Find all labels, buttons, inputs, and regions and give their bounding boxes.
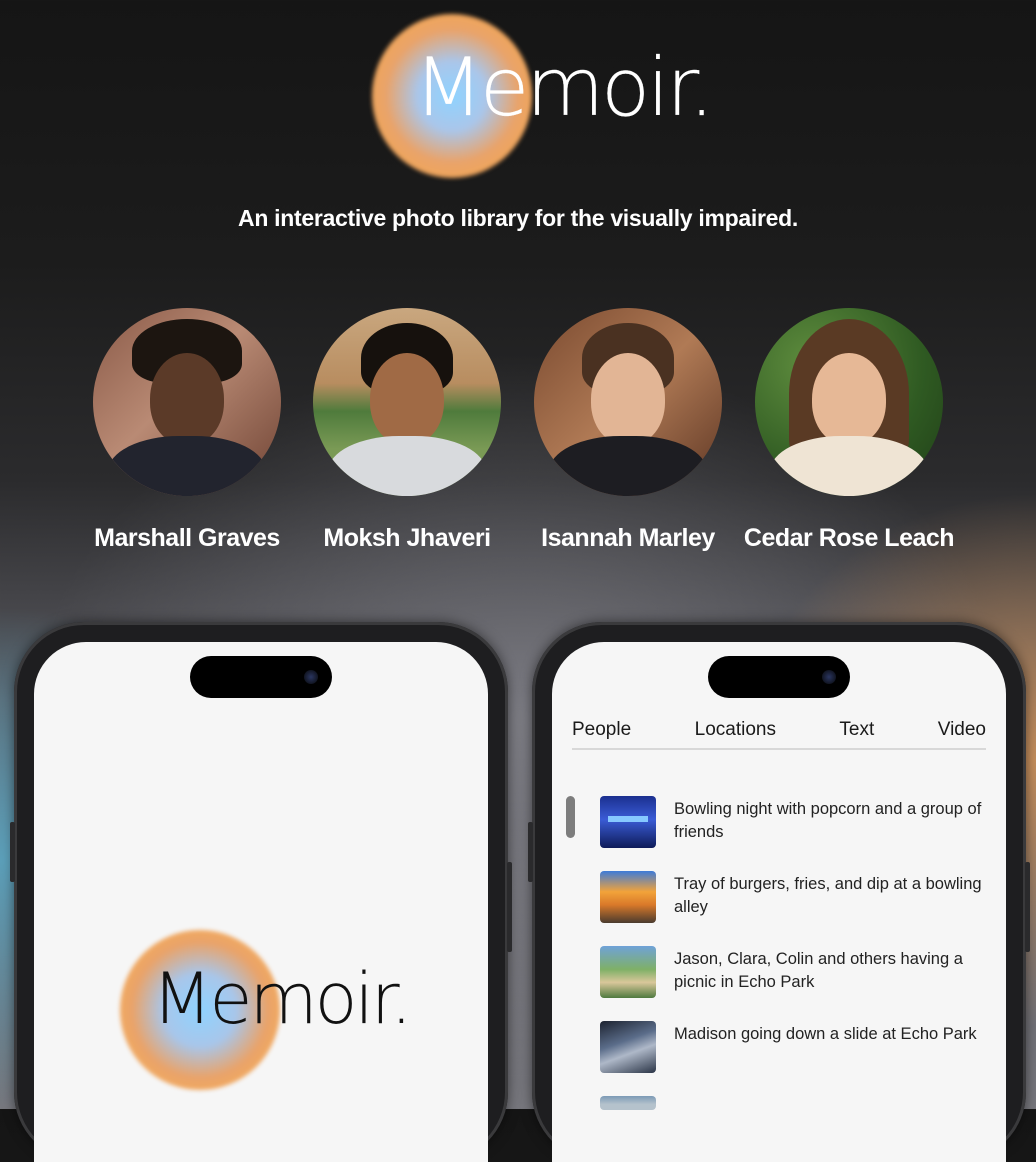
- avatar: [755, 308, 943, 496]
- volume-button: [528, 822, 533, 882]
- list-item[interactable]: Madison going down a slide at Echo Park: [600, 1021, 988, 1096]
- phone-library-mockup: People Locations Text Video Bowling nigh…: [528, 622, 1030, 1162]
- photo-caption: Bowling night with popcorn and a group o…: [674, 800, 982, 841]
- tab-people[interactable]: People: [572, 719, 631, 741]
- camera-icon: [822, 670, 836, 684]
- list-item[interactable]: Bowling night with popcorn and a group o…: [600, 796, 988, 871]
- tab-video[interactable]: Video: [938, 719, 986, 741]
- list-item[interactable]: Tray of burgers, fries, and dip at a bow…: [600, 871, 988, 946]
- photo-caption: Jason, Clara, Colin and others having a …: [674, 950, 963, 991]
- tagline: An interactive photo library for the vis…: [238, 205, 798, 231]
- library-screen: People Locations Text Video Bowling nigh…: [552, 642, 1006, 1162]
- dynamic-island: [190, 656, 332, 698]
- power-button: [507, 862, 512, 952]
- team-member: Marshall Graves: [77, 308, 297, 553]
- team-member: Isannah Marley: [518, 308, 738, 553]
- photo-list: Bowling night with popcorn and a group o…: [600, 796, 988, 1162]
- member-name: Isannah Marley: [541, 524, 715, 552]
- team-member: Cedar Rose Leach: [739, 308, 959, 553]
- category-tabs: People Locations Text Video: [572, 712, 986, 750]
- tab-locations[interactable]: Locations: [695, 719, 776, 741]
- avatar: [313, 308, 501, 496]
- brand-name: Memoir.: [414, 41, 715, 134]
- volume-button: [10, 822, 15, 882]
- photo-thumbnail: [600, 796, 656, 848]
- list-item[interactable]: [600, 1096, 988, 1162]
- photo-thumbnail: [600, 1096, 656, 1110]
- phone-splash-mockup: Memoir.: [10, 622, 512, 1162]
- dynamic-island: [708, 656, 850, 698]
- member-name: Moksh Jhaveri: [323, 524, 491, 552]
- photo-caption: Madison going down a slide at Echo Park: [674, 1025, 977, 1043]
- team-section: Marshall Graves Moksh Jhaveri Isannah Ma…: [0, 308, 1036, 558]
- splash-brand-name: Memoir.: [152, 958, 413, 1040]
- photo-thumbnail: [600, 871, 656, 923]
- camera-icon: [304, 670, 318, 684]
- member-name: Cedar Rose Leach: [743, 524, 955, 552]
- photo-thumbnail: [600, 1021, 656, 1073]
- avatar: [534, 308, 722, 496]
- team-member: Moksh Jhaveri: [297, 308, 517, 553]
- list-item[interactable]: Jason, Clara, Colin and others having a …: [600, 946, 988, 1021]
- tab-text[interactable]: Text: [839, 719, 874, 741]
- photo-thumbnail: [600, 946, 656, 998]
- scrollbar[interactable]: [566, 796, 575, 838]
- avatar: [93, 308, 281, 496]
- header-logo: Memoir.: [0, 0, 1036, 190]
- member-name: Marshall Graves: [94, 524, 280, 552]
- power-button: [1025, 862, 1030, 952]
- photo-caption: Tray of burgers, fries, and dip at a bow…: [674, 875, 982, 916]
- splash-screen: Memoir.: [34, 642, 488, 1162]
